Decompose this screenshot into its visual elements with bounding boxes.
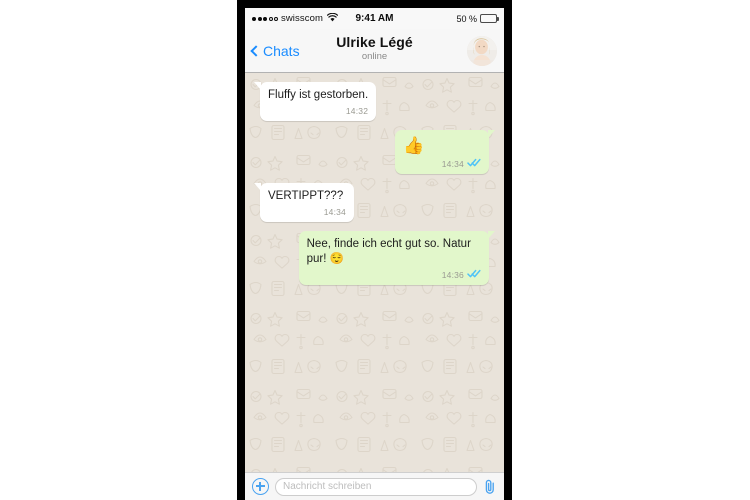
phone-frame: swisscom 9:41 AM 50 % Chats Ulrike Légé … (237, 0, 512, 500)
message-text: 👍 (403, 136, 425, 155)
message-input[interactable] (275, 477, 477, 496)
message-timestamp: 14:34 (323, 206, 346, 217)
wifi-icon (326, 12, 339, 25)
status-bar: swisscom 9:41 AM 50 % (245, 8, 504, 29)
status-bar-right: 50 % (456, 13, 499, 24)
carrier-label: swisscom (281, 13, 323, 24)
outgoing-message-bubble[interactable]: Nee, finde ich echt gut so. Natur pur! 😌… (298, 231, 496, 285)
signal-dot-3 (263, 16, 267, 21)
signal-dot-1 (252, 16, 256, 21)
plus-circle-icon[interactable] (252, 478, 269, 495)
message-timestamp: 14:34 (441, 158, 464, 169)
signal-dot-2 (257, 16, 262, 21)
phone-screen: swisscom 9:41 AM 50 % Chats Ulrike Légé … (245, 8, 504, 500)
message-meta: 14:32 (268, 105, 368, 117)
signal-dot-5 (274, 16, 278, 21)
navigation-bar: Chats Ulrike Légé online (245, 29, 504, 73)
message-list: Fluffy ist gestorben. 14:32 👍 14:34 VERTIPPT… (253, 82, 496, 285)
read-receipt-double-check-icon (467, 268, 481, 283)
incoming-message-bubble[interactable]: Fluffy ist gestorben. 14:32 (253, 82, 377, 121)
message-meta: 14:34 (268, 206, 346, 218)
battery-icon (480, 14, 499, 23)
message-timestamp: 14:32 (345, 105, 369, 116)
message-text: VERTIPPT??? (268, 190, 344, 202)
battery-percent-label: 50 % (456, 13, 477, 24)
chat-message-area[interactable]: Fluffy ist gestorben. 14:32 👍 14:34 VERTIPPT… (245, 73, 504, 472)
paperclip-icon[interactable] (483, 478, 497, 495)
incoming-message-bubble[interactable]: VERTIPPT??? 14:34 (254, 183, 354, 222)
message-row: Fluffy ist gestorben. 14:32 (253, 82, 495, 121)
message-row: Nee, finde ich echt gut so. Natur pur! 😌… (254, 231, 496, 285)
back-to-chats-button[interactable]: Chats (250, 42, 300, 59)
message-timestamp: 14:36 (441, 269, 464, 280)
message-row: 👍 14:34 (254, 130, 495, 174)
outgoing-message-bubble[interactable]: 👍 14:34 (395, 130, 495, 174)
message-row: VERTIPPT??? 14:34 (254, 183, 495, 222)
status-bar-left: swisscom (252, 12, 339, 25)
read-receipt-double-check-icon (467, 157, 481, 172)
contact-avatar[interactable] (467, 35, 497, 66)
message-meta: 14:34 (403, 158, 481, 170)
screenshot-root: swisscom 9:41 AM 50 % Chats Ulrike Légé … (0, 0, 750, 500)
signal-dot-4 (268, 16, 273, 21)
chevron-left-icon (250, 44, 262, 57)
message-text: Nee, finde ich echt gut so. Natur pur! 😌 (306, 238, 471, 265)
message-meta: 14:36 (307, 269, 481, 281)
message-input-bar (245, 472, 504, 500)
back-button-label: Chats (263, 42, 300, 59)
signal-strength-icon (252, 16, 278, 21)
message-text: Fluffy ist gestorben. (268, 89, 369, 101)
